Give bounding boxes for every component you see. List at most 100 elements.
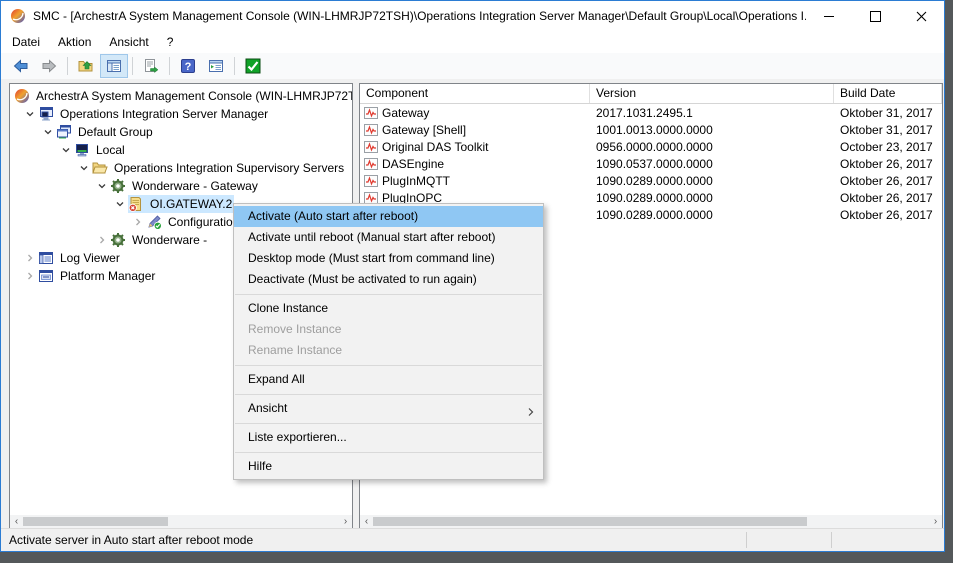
table-row[interactable]: Gateway 2017.1031.2495.1 Oktober 31, 201… (360, 104, 942, 121)
component-name: PlugInMQTT (382, 174, 450, 188)
menu-ansicht[interactable]: Ansicht (100, 33, 157, 51)
tree-item-wonderware-gateway[interactable]: Wonderware - Gateway (10, 177, 352, 195)
show-console-tree-button[interactable] (100, 54, 128, 78)
back-button[interactable] (7, 54, 35, 78)
collapse-arrow-icon[interactable] (96, 235, 108, 245)
tree-horizontal-scrollbar[interactable]: ‹ › (10, 515, 352, 528)
list-header: Component Version Build Date (360, 84, 942, 104)
list-horizontal-scrollbar[interactable]: ‹ › (360, 515, 942, 528)
expand-arrow-icon[interactable] (96, 181, 108, 191)
scrollbar-track[interactable] (23, 515, 339, 528)
component-build-date: Oktober 26, 2017 (834, 191, 942, 205)
green-check-icon (245, 58, 261, 74)
table-row[interactable]: Original DAS Toolkit 0956.0000.0000.0000… (360, 138, 942, 155)
tree-item-ois-manager[interactable]: Operations Integration Server Manager (10, 105, 352, 123)
menu-item-hilfe[interactable]: Hilfe (234, 456, 543, 477)
tree-item-local[interactable]: Local (10, 141, 352, 159)
menu-separator (235, 423, 542, 424)
group-icon (56, 124, 72, 140)
maximize-button[interactable] (852, 1, 898, 31)
tree-item-label: OI.GATEWAY.2 (148, 197, 234, 211)
component-version: 0956.0000.0000.0000 (590, 140, 834, 154)
archestra-logo-icon (14, 88, 30, 104)
status-check-button[interactable] (239, 54, 267, 78)
menu-help[interactable]: ? (158, 33, 183, 51)
component-version: 1090.0289.0000.0000 (590, 208, 834, 222)
component-name: DASEngine (382, 157, 444, 171)
component-build-date: Oktober 26, 2017 (834, 208, 942, 222)
scroll-right-arrow-icon[interactable]: › (929, 515, 942, 528)
menu-bar: Datei Aktion Ansicht ? (1, 31, 944, 53)
component-build-date: Oktober 26, 2017 (834, 174, 942, 188)
menu-item-liste-exportieren[interactable]: Liste exportieren... (234, 427, 543, 448)
scroll-left-arrow-icon[interactable]: ‹ (360, 515, 373, 528)
status-bar: Activate server in Auto start after rebo… (1, 528, 944, 551)
component-version: 1090.0289.0000.0000 (590, 174, 834, 188)
component-name: Gateway (382, 106, 429, 120)
tree-item-supervisory-servers[interactable]: Operations Integration Supervisory Serve… (10, 159, 352, 177)
component-icon (364, 157, 378, 171)
column-header-component[interactable]: Component (360, 84, 590, 103)
menu-item-activate[interactable]: Activate (Auto start after reboot) (234, 206, 543, 227)
minimize-button[interactable] (806, 1, 852, 31)
archestra-logo-icon (10, 8, 26, 24)
collapse-arrow-icon[interactable] (24, 271, 36, 281)
scrollbar-thumb[interactable] (23, 517, 168, 526)
tree-item-default-group[interactable]: Default Group (10, 123, 352, 141)
component-icon (364, 174, 378, 188)
instance-deactivated-icon (128, 196, 144, 212)
tree-item-label: Configuration (166, 215, 241, 229)
close-button[interactable] (898, 1, 944, 31)
component-build-date: Oktober 31, 2017 (834, 106, 942, 120)
component-version: 1090.0289.0000.0000 (590, 191, 834, 205)
help-button[interactable]: ? (174, 54, 202, 78)
table-row[interactable]: DASEngine 1090.0537.0000.0000 Oktober 26… (360, 155, 942, 172)
menu-datei[interactable]: Datei (3, 33, 49, 51)
maximize-icon (870, 11, 881, 22)
menu-aktion[interactable]: Aktion (49, 33, 100, 51)
expand-arrow-icon[interactable] (42, 127, 54, 137)
menu-separator (235, 365, 542, 366)
collapse-arrow-icon[interactable] (24, 253, 36, 263)
window-controls (806, 1, 944, 31)
menu-item-ansicht[interactable]: Ansicht (234, 398, 543, 419)
expand-arrow-icon[interactable] (78, 163, 90, 173)
tree-item-label: Default Group (76, 125, 155, 139)
column-header-version[interactable]: Version (590, 84, 834, 103)
menu-item-expand-all[interactable]: Expand All (234, 369, 543, 390)
platform-manager-icon (38, 268, 54, 284)
column-header-build-date[interactable]: Build Date (834, 84, 942, 103)
expand-arrow-icon[interactable] (60, 145, 72, 155)
title-bar: SMC - [ArchestrA System Management Conso… (1, 1, 944, 31)
menu-item-deactivate[interactable]: Deactivate (Must be activated to run aga… (234, 269, 543, 290)
menu-item-clone-instance[interactable]: Clone Instance (234, 298, 543, 319)
table-row[interactable]: Gateway [Shell] 1001.0013.0000.0000 Okto… (360, 121, 942, 138)
tree-item-label: Operations Integration Server Manager (58, 107, 270, 121)
forward-button[interactable] (35, 54, 63, 78)
table-row[interactable]: PlugInMQTT 1090.0289.0000.0000 Oktober 2… (360, 172, 942, 189)
scrollbar-thumb[interactable] (373, 517, 807, 526)
menu-item-desktop-mode[interactable]: Desktop mode (Must start from command li… (234, 248, 543, 269)
collapse-arrow-icon[interactable] (132, 217, 144, 227)
show-window-list-button[interactable] (202, 54, 230, 78)
scroll-left-arrow-icon[interactable]: ‹ (10, 515, 23, 528)
tree-item-label: Local (94, 143, 127, 157)
component-icon (364, 123, 378, 137)
selected-tree-node[interactable]: OI.GATEWAY.2 (128, 195, 234, 213)
scroll-right-arrow-icon[interactable]: › (339, 515, 352, 528)
up-one-level-button[interactable] (72, 54, 100, 78)
menu-item-label: Ansicht (248, 401, 287, 415)
export-list-button[interactable] (137, 54, 165, 78)
component-build-date: October 23, 2017 (834, 140, 942, 154)
expand-arrow-icon[interactable] (24, 109, 36, 119)
expand-arrow-icon[interactable] (114, 199, 126, 209)
scrollbar-track[interactable] (373, 515, 929, 528)
tree-item-root[interactable]: ArchestrA System Management Console (WIN… (10, 87, 352, 105)
smc-window: SMC - [ArchestrA System Management Conso… (0, 0, 945, 552)
server-manager-icon (38, 106, 54, 122)
status-divider (831, 532, 832, 548)
toolbar-separator (132, 57, 133, 75)
menu-item-activate-until-reboot[interactable]: Activate until reboot (Manual start afte… (234, 227, 543, 248)
export-list-icon (143, 58, 159, 74)
desktop-background: SMC - [ArchestrA System Management Conso… (0, 0, 953, 563)
